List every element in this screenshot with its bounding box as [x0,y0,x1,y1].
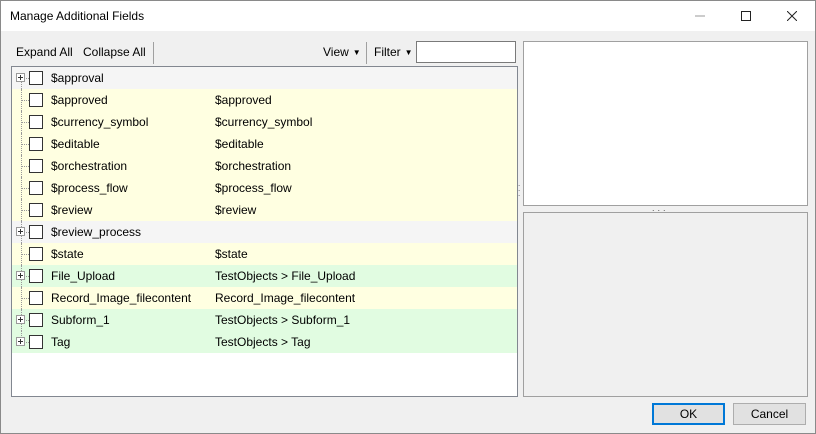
tree-connector-line [22,298,29,299]
field-checkbox[interactable] [29,247,43,261]
expand-plus-icon[interactable] [16,227,25,236]
tree-row[interactable]: $state $state [12,243,517,265]
tree-row[interactable]: $approval [12,67,517,89]
field-checkbox[interactable] [29,71,43,85]
window-title: Manage Additional Fields [10,9,145,23]
field-checkbox[interactable] [29,225,43,239]
maximize-icon [741,11,751,21]
maximize-button[interactable] [723,1,769,31]
filter-input[interactable] [416,41,516,63]
minimize-button[interactable] [677,1,723,31]
field-name: Record_Image_filecontent [51,291,192,305]
tree-row[interactable]: $orchestration $orchestration [12,155,517,177]
field-checkbox[interactable] [29,291,43,305]
field-path: $process_flow [215,181,292,195]
field-checkbox[interactable] [29,203,43,217]
preview-pane [523,41,808,206]
field-checkbox[interactable] [29,335,43,349]
expand-all-button[interactable]: Expand All [16,45,73,59]
field-path: $editable [215,137,264,151]
field-path: TestObjects > Subform_1 [215,313,351,327]
field-path: $orchestration [215,159,292,173]
expand-plus-icon[interactable] [16,337,25,346]
field-name: $currency_symbol [51,115,149,129]
fields-tree[interactable]: $approval $approved $approved $currency_sym… [11,66,518,397]
tree-connector-line [22,188,29,189]
manage-additional-fields-dialog: Manage Additional Fields Expand All Coll… [0,0,816,434]
tree-connector-line [22,144,29,145]
field-path: Record_Image_filecontent [215,291,356,305]
field-name: $review [51,203,93,217]
tree-connector-line [22,100,29,101]
close-icon [787,11,797,21]
view-dropdown[interactable]: View ▼ [323,45,361,59]
tree-row[interactable]: File_Upload TestObjects > File_Upload [12,265,517,287]
tree-row[interactable]: $currency_symbol $currency_symbol [12,111,517,133]
toolbar-separator [366,42,367,64]
tree-row[interactable]: $review_process [12,221,517,243]
tree-row[interactable]: Tag TestObjects > Tag [12,331,517,353]
tree-connector-line [22,166,29,167]
tree-row[interactable]: $process_flow $process_flow [12,177,517,199]
caret-down-icon: ▼ [352,48,361,57]
tree-connector-line [22,122,29,123]
field-name: Subform_1 [51,313,110,327]
field-path: TestObjects > Tag [215,335,311,349]
tree-row[interactable]: $editable $editable [12,133,517,155]
tree-row[interactable]: $approved $approved [12,89,517,111]
filter-label: Filter [374,45,401,59]
expand-plus-icon[interactable] [16,73,25,82]
field-name: File_Upload [51,269,116,283]
tree-connector-line [22,210,29,211]
details-pane [523,212,808,397]
field-path: $approved [215,93,272,107]
filter-dropdown[interactable]: Filter ▼ [374,45,413,59]
tree-row[interactable]: $review $review [12,199,517,221]
view-label: View [323,45,349,59]
tree-connector-line [22,254,29,255]
toolbar-separator [153,42,154,64]
field-checkbox[interactable] [29,159,43,173]
cancel-button[interactable]: Cancel [733,403,806,425]
field-path: $review [215,203,257,217]
field-checkbox[interactable] [29,269,43,283]
title-bar: Manage Additional Fields [1,1,815,31]
field-checkbox[interactable] [29,181,43,195]
field-checkbox[interactable] [29,93,43,107]
field-name: $orchestration [51,159,128,173]
expand-plus-icon[interactable] [16,271,25,280]
vertical-splitter-grip[interactable]: ... [518,180,520,198]
field-name: Tag [51,335,71,349]
field-path: $currency_symbol [215,115,313,129]
tree-row[interactable]: Subform_1 TestObjects > Subform_1 [12,309,517,331]
field-name: $state [51,247,84,261]
close-button[interactable] [769,1,815,31]
field-name: $review_process [51,225,142,239]
caret-down-icon: ▼ [404,48,413,57]
ok-button[interactable]: OK [652,403,725,425]
field-name: $process_flow [51,181,128,195]
collapse-all-button[interactable]: Collapse All [83,45,146,59]
tree-row[interactable]: Record_Image_filecontent Record_Image_fil… [12,287,517,309]
expand-plus-icon[interactable] [16,315,25,324]
field-path: TestObjects > File_Upload [215,269,356,283]
toolbar: Expand All Collapse All View ▼ Filter ▼ [11,41,517,65]
field-name: $editable [51,137,100,151]
field-path: $state [215,247,248,261]
field-checkbox[interactable] [29,313,43,327]
field-name: $approved [51,93,108,107]
minimize-icon [695,15,705,17]
field-checkbox[interactable] [29,137,43,151]
field-name: $approval [51,71,104,85]
field-checkbox[interactable] [29,115,43,129]
